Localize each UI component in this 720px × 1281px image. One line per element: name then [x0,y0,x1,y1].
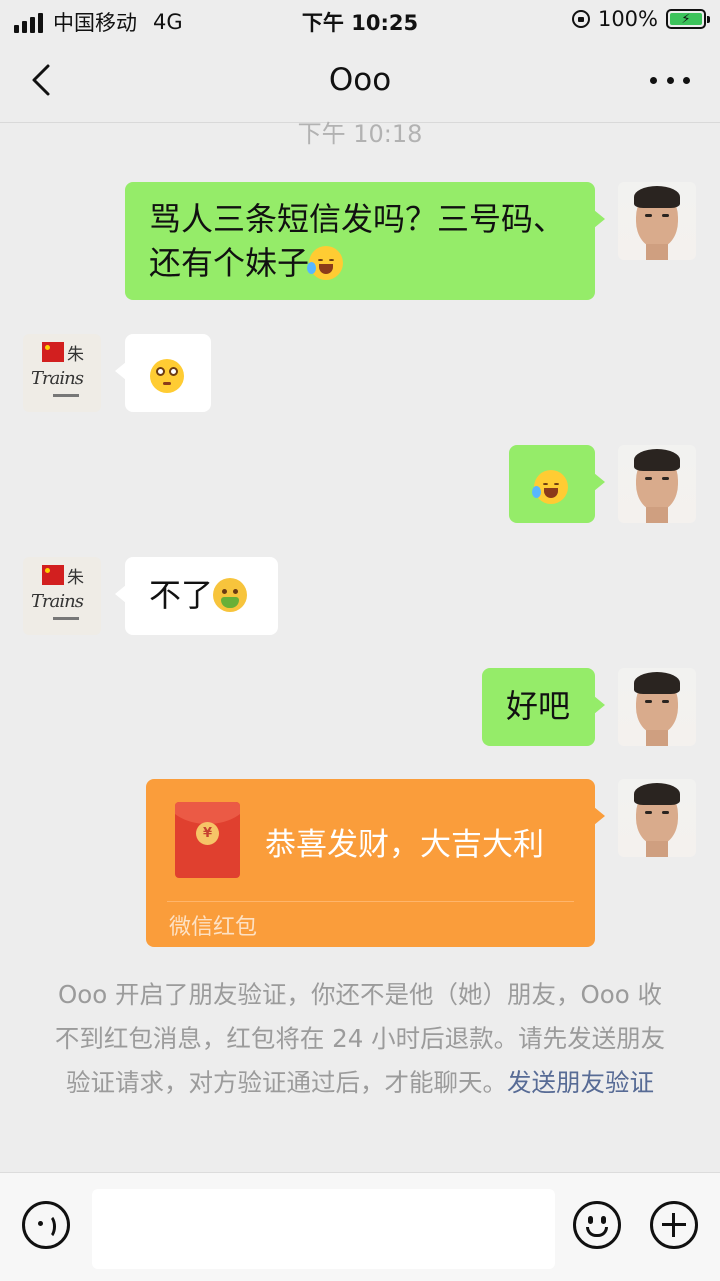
status-right: 100% ⚡ [571,7,710,31]
message-input[interactable] [92,1189,555,1269]
status-bar: 中国移动 4G 下午 10:25 100% ⚡ [0,0,720,40]
my-avatar[interactable] [618,445,696,523]
face-vomiting-emoji-icon [213,578,248,612]
contact-avatar[interactable]: 朱 Trains [23,334,101,412]
rotation-lock-icon [571,10,590,28]
message-timestamp: 下午 10:18 [297,120,423,148]
more-functions-button[interactable] [650,1201,698,1249]
red-packet-greeting: 恭喜发财，大吉大利 [265,827,544,863]
battery-icon: ⚡ [666,9,710,29]
nav-bar: Ooo [0,40,720,123]
input-bar [0,1172,720,1281]
my-avatar[interactable] [618,182,696,260]
message-text-line-2: 还有个妹子 [149,241,595,285]
message-text: 好吧 [506,687,571,725]
system-notice: Ooo 开启了朋友验证，你还不是他（她）朋友，Ooo 收不到红包消息，红包将在 … [50,973,670,1105]
divider [167,901,574,902]
my-avatar[interactable] [618,779,696,857]
chat-title: Ooo [328,62,392,98]
my-avatar[interactable] [618,668,696,746]
contact-avatar[interactable]: 朱 Trains [23,557,101,635]
message-bubble-received[interactable] [115,334,211,412]
message-bubble-received[interactable]: 不了 [115,557,278,635]
red-packet-label: 微信红包 [169,915,258,940]
send-friend-verification-link[interactable]: 发送朋友验证 [507,1068,654,1097]
red-packet-message[interactable]: ¥ 恭喜发财，大吉大利 微信红包 [146,779,605,947]
laughing-crying-emoji-icon [307,246,344,280]
message-text: 骂人三条短信发吗？三号码、 [149,200,566,238]
battery-percent: 100% [597,7,658,31]
message-bubble-sent[interactable] [509,445,605,523]
message-bubble-sent[interactable]: 好吧 [482,668,605,746]
more-icon[interactable] [650,70,690,90]
message-text: 不了 [149,576,214,614]
laughing-crying-emoji-icon [532,470,568,504]
emoji-button[interactable] [573,1201,621,1249]
flushed-emoji-icon [150,359,184,393]
message-bubble-sent[interactable]: 骂人三条短信发吗？三号码、 还有个妹子 [125,182,605,300]
red-envelope-icon: ¥ [175,802,240,878]
voice-input-button[interactable] [22,1201,70,1249]
